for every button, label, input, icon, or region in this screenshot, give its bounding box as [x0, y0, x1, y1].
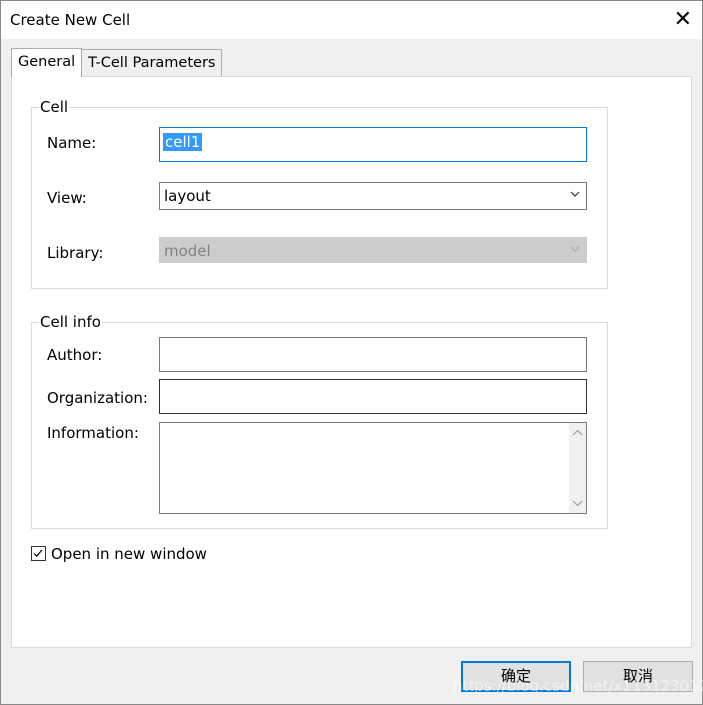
organization-label: Organization: — [47, 389, 148, 407]
information-scrollbar[interactable] — [569, 423, 586, 513]
information-textarea[interactable] — [159, 422, 587, 514]
chevron-down-icon — [570, 191, 580, 197]
name-field[interactable]: cell1 — [159, 127, 587, 162]
information-label: Information: — [47, 424, 139, 442]
view-select-value: layout — [164, 187, 211, 205]
scroll-down-icon[interactable] — [572, 499, 583, 507]
chevron-down-icon — [570, 246, 580, 252]
scroll-up-icon[interactable] — [572, 429, 583, 437]
author-field[interactable] — [159, 337, 587, 372]
tab-general[interactable]: General — [11, 48, 83, 77]
open-in-new-window-label: Open in new window — [51, 545, 207, 563]
tab-t-cell-parameters-label: T-Cell Parameters — [88, 55, 216, 71]
tab-t-cell-parameters[interactable]: T-Cell Parameters — [81, 49, 223, 77]
cell-info-group-legend: Cell info — [39, 313, 102, 331]
library-label: Library: — [47, 244, 104, 262]
name-label: Name: — [47, 134, 97, 152]
view-select[interactable]: layout — [159, 182, 587, 210]
create-new-cell-dialog: Create New Cell ✕ General T-Cell Paramet… — [0, 0, 703, 705]
cell-info-group: Cell info Author: Organization: Informat… — [31, 313, 608, 529]
author-label: Author: — [47, 346, 103, 364]
organization-field[interactable] — [159, 379, 587, 414]
library-select-value: model — [164, 242, 211, 260]
open-in-new-window-checkbox[interactable] — [31, 546, 46, 561]
title-bar: Create New Cell ✕ — [1, 1, 702, 39]
checkmark-icon — [33, 549, 43, 557]
watermark-text: https://blog.csdn.net/x1131230123 — [453, 677, 703, 695]
library-select[interactable]: model — [159, 237, 587, 263]
name-field-value: cell1 — [163, 133, 203, 151]
close-icon[interactable]: ✕ — [674, 7, 692, 33]
window-title: Create New Cell — [10, 11, 131, 29]
cell-group-legend: Cell — [39, 98, 70, 116]
tab-general-label: General — [18, 54, 76, 70]
view-label: View: — [47, 189, 87, 207]
cell-group: Cell Name: cell1 View: layout Library: m… — [31, 98, 608, 289]
